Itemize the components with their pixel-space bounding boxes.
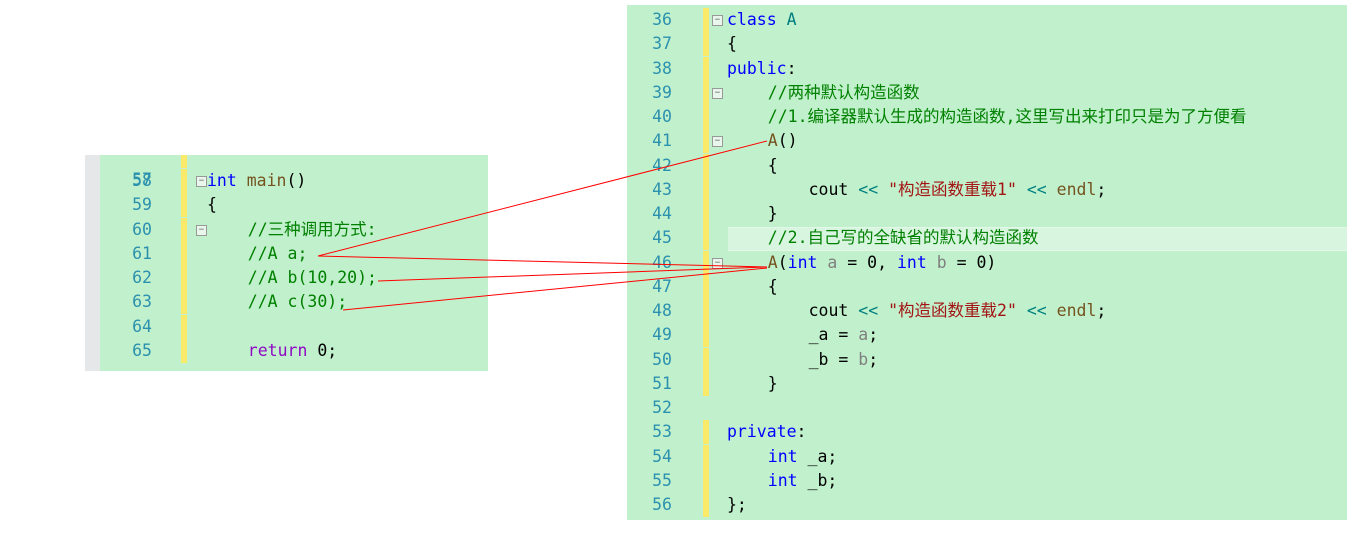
annotation-arrows bbox=[317, 140, 768, 311]
annotation-arrow bbox=[317, 255, 768, 268]
annotation-arrow bbox=[317, 140, 768, 257]
